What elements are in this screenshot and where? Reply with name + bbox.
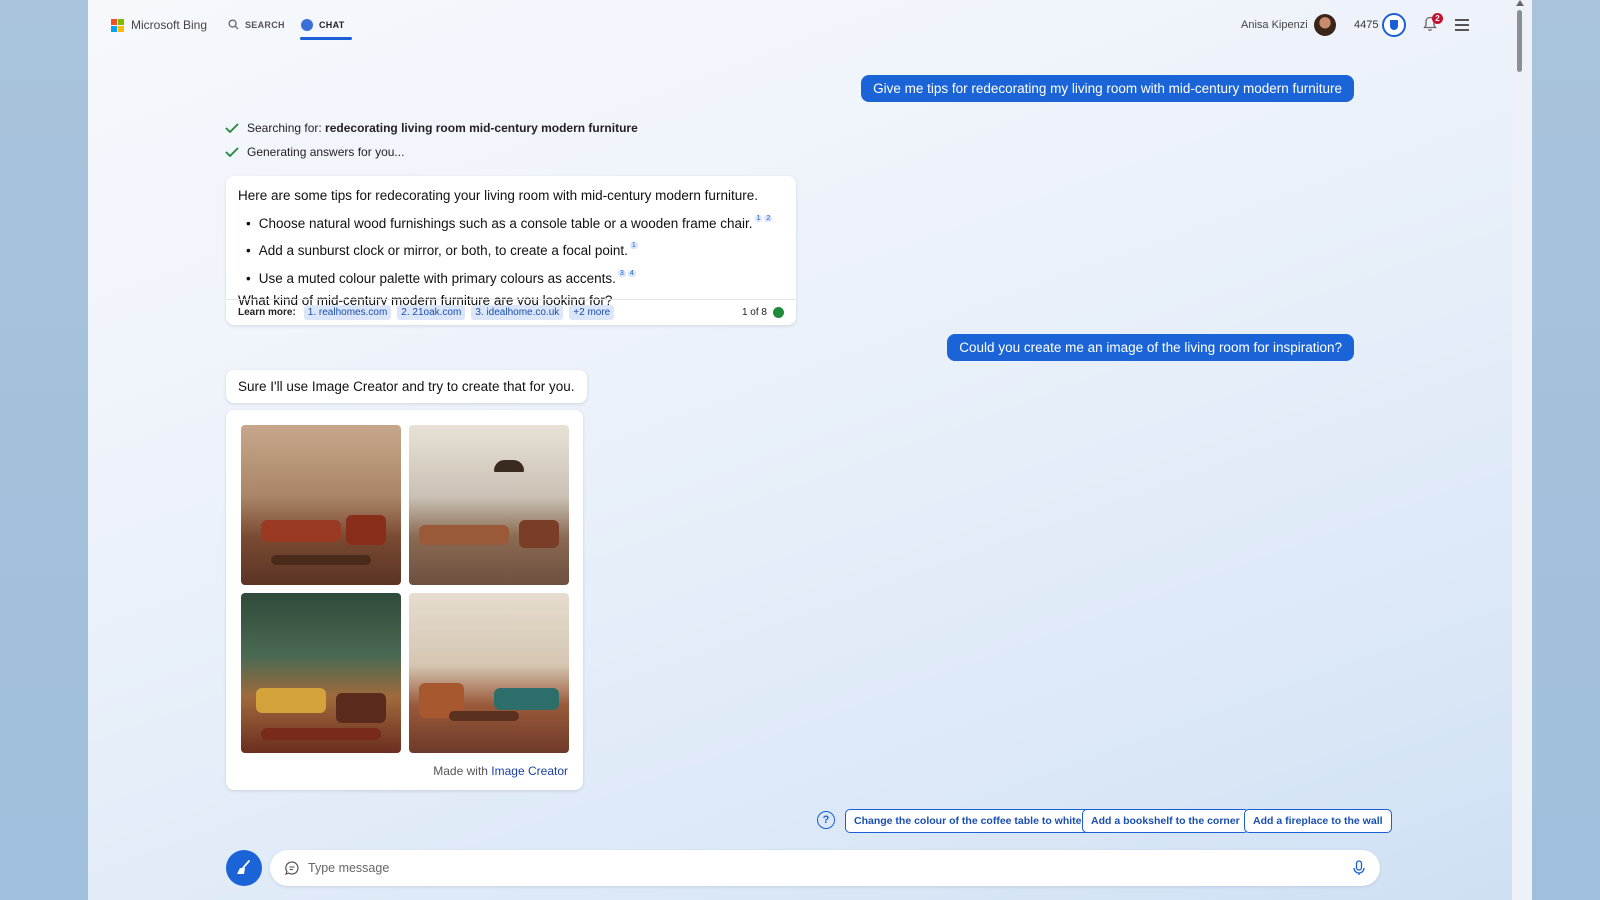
- generated-image[interactable]: [241, 425, 401, 585]
- generated-image[interactable]: [409, 593, 569, 753]
- tab-chat-label: CHAT: [319, 20, 345, 30]
- scroll-up-arrow-icon[interactable]: [1516, 0, 1524, 6]
- checkmark-icon: [225, 147, 239, 157]
- avatar[interactable]: [1314, 14, 1336, 36]
- response-intro: Here are some tips for redecorating your…: [238, 188, 758, 203]
- generated-image[interactable]: [409, 425, 569, 585]
- browser-window: Microsoft Bing SEARCH CHAT Anisa Kipenzi…: [88, 0, 1513, 900]
- hamburger-menu-icon[interactable]: [1455, 19, 1469, 34]
- citation-ref[interactable]: 1: [629, 242, 638, 249]
- user-name[interactable]: Anisa Kipenzi: [1241, 19, 1308, 31]
- generated-image[interactable]: [241, 593, 401, 753]
- notification-badge: 2: [1432, 13, 1443, 24]
- tab-search[interactable]: SEARCH: [228, 19, 285, 30]
- list-item: Use a muted colour palette with primary …: [246, 263, 784, 291]
- bing-logo[interactable]: Microsoft Bing: [111, 18, 207, 32]
- image-creator-link[interactable]: Image Creator: [491, 764, 568, 778]
- learn-more-bar: Learn more: 1. realhomes.com 2. 21oak.co…: [226, 299, 796, 325]
- microsoft-logo-icon: [111, 18, 124, 32]
- status-dot-icon: [773, 307, 784, 318]
- scrollbar[interactable]: [1512, 0, 1532, 900]
- chat-bubble-icon: [285, 861, 299, 875]
- chat-icon: [301, 19, 313, 31]
- user-message: Could you create me an image of the livi…: [947, 334, 1354, 361]
- checkmark-icon: [225, 123, 239, 133]
- citation-ref[interactable]: 2: [764, 214, 773, 222]
- new-topic-button[interactable]: [226, 850, 262, 886]
- status-searching: Searching for: redecorating living room …: [225, 121, 638, 135]
- top-bar: Microsoft Bing SEARCH CHAT Anisa Kipenzi…: [88, 0, 1513, 50]
- citation-ref[interactable]: 4: [627, 269, 636, 277]
- tab-chat[interactable]: CHAT: [301, 19, 345, 31]
- more-sources-link[interactable]: +2 more: [569, 305, 615, 320]
- status-searching-query: redecorating living room mid-century mod…: [325, 121, 638, 135]
- status-searching-prefix: Searching for:: [247, 121, 326, 135]
- source-link[interactable]: 3. idealhome.co.uk: [471, 305, 564, 320]
- status-generating: Generating answers for you...: [225, 145, 404, 159]
- bot-message: Sure I'll use Image Creator and try to c…: [226, 370, 587, 403]
- trophy-icon[interactable]: [1382, 13, 1406, 37]
- message-input[interactable]: [308, 861, 1344, 875]
- logo-text: Microsoft Bing: [131, 18, 208, 32]
- source-link[interactable]: 2. 21oak.com: [397, 305, 466, 320]
- suggestion-chip[interactable]: Add a fireplace to the wall: [1244, 809, 1392, 833]
- user-message: Give me tips for redecorating my living …: [861, 75, 1354, 102]
- microphone-icon[interactable]: [1352, 860, 1366, 876]
- tab-search-label: SEARCH: [245, 19, 285, 30]
- scrollbar-thumb[interactable]: [1517, 10, 1522, 72]
- citation-ref[interactable]: 3: [617, 269, 626, 277]
- pager-text: 1 of 8: [741, 307, 767, 318]
- tips-list: Choose natural wood furnishings such as …: [238, 208, 784, 291]
- made-with-caption: Made with Image Creator: [433, 764, 568, 778]
- suggestion-chip[interactable]: Change the colour of the coffee table to…: [845, 809, 1091, 833]
- list-item: Choose natural wood furnishings such as …: [246, 208, 784, 236]
- suggestion-chip[interactable]: Add a bookshelf to the corner: [1082, 809, 1249, 833]
- list-item: Add a sunburst clock or mirror, or both,…: [246, 235, 784, 263]
- help-icon[interactable]: ?: [817, 811, 835, 829]
- active-tab-indicator: [300, 37, 352, 40]
- search-icon: [228, 19, 239, 30]
- bot-response-card: Here are some tips for redecorating your…: [226, 176, 796, 325]
- source-link[interactable]: 1. realhomes.com: [303, 305, 392, 320]
- learn-more-label: Learn more:: [238, 307, 296, 318]
- message-input-box[interactable]: [270, 850, 1380, 886]
- citation-ref[interactable]: 1: [754, 214, 763, 222]
- rewards-points[interactable]: 4475: [1354, 19, 1378, 31]
- status-generating-text: Generating answers for you...: [247, 145, 405, 159]
- broom-icon: [237, 860, 250, 874]
- response-pager: 1 of 8: [742, 307, 784, 318]
- image-gallery: Made with Image Creator: [226, 410, 583, 790]
